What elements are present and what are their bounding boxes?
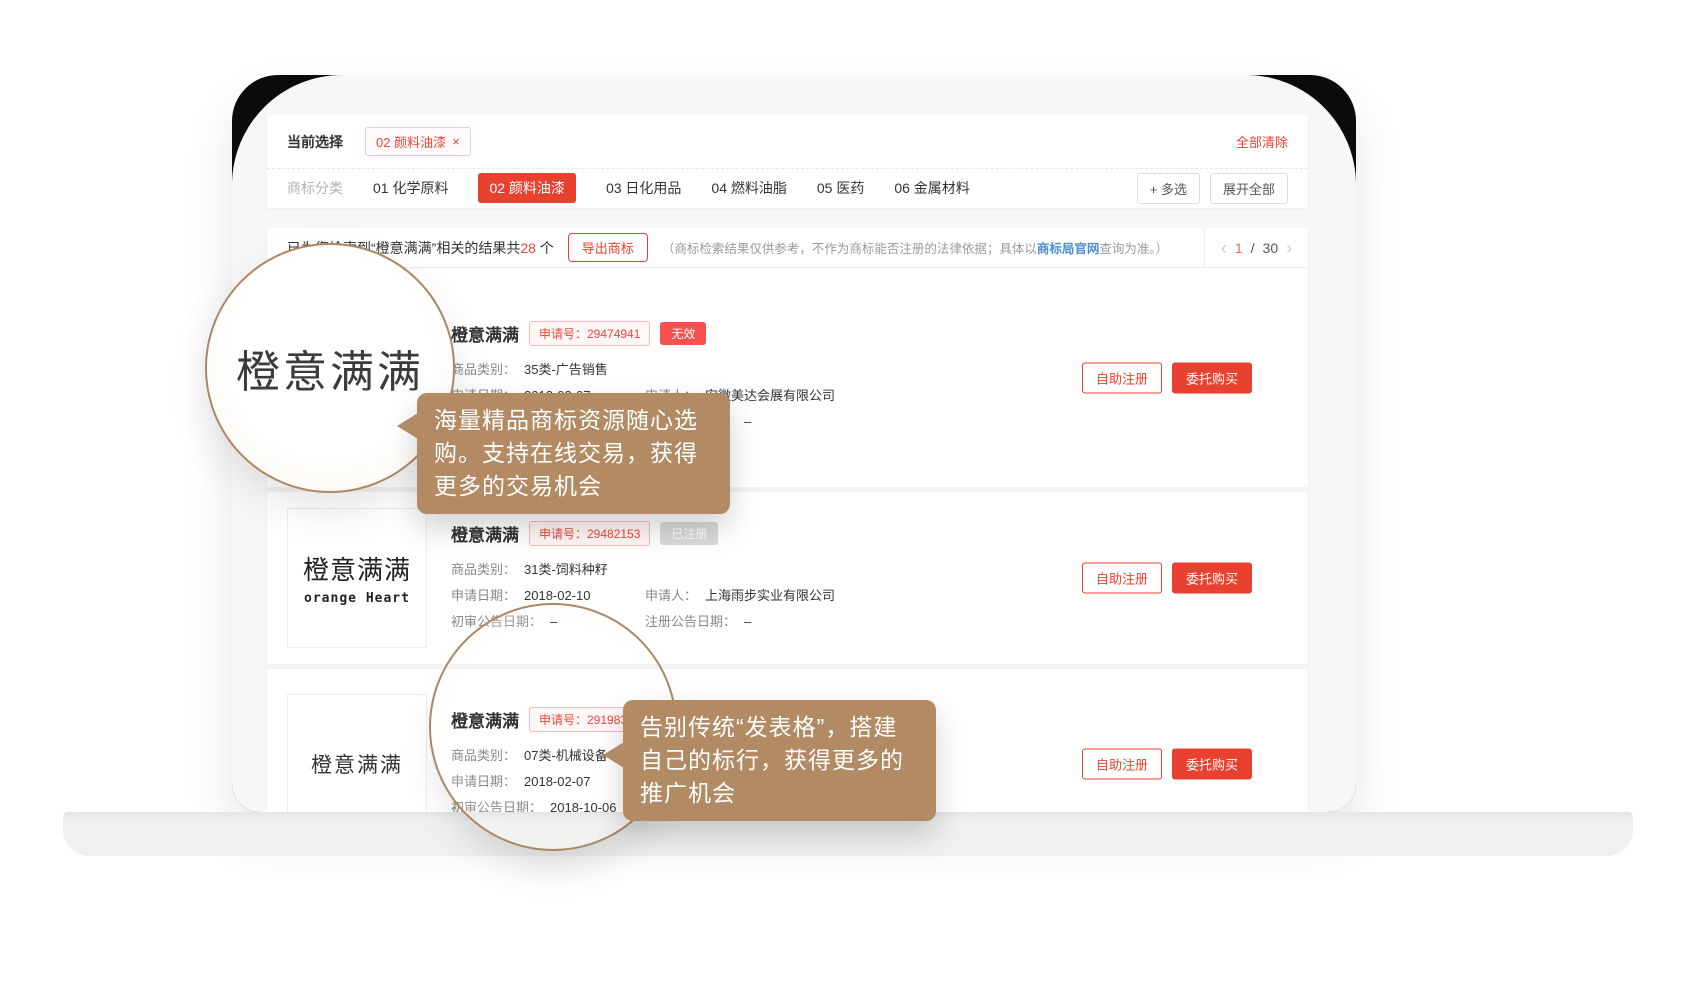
callout-tooltip-promo: 告别传统“发表格”，搭建自己的标行，获得更多的推广机会 <box>623 700 936 821</box>
self-register-button[interactable]: 自助注册 <box>1082 749 1162 780</box>
multi-select-button[interactable]: + 多选 <box>1137 173 1200 204</box>
disclaimer-text: （商标检索结果仅供参考，不作为商标能否注册的法律依据；具体以商标局官网查询为准。… <box>662 238 1168 257</box>
category-actions: + 多选 展开全部 <box>1137 173 1288 204</box>
export-trademark-button[interactable]: 导出商标 <box>568 233 648 262</box>
category-item-04[interactable]: 04 燃料油脂 <box>711 178 786 198</box>
trademark-thumbnail[interactable]: 橙意满满 <box>287 694 427 812</box>
pagination: ‹ 1 / 30 › <box>1204 228 1308 267</box>
current-selection-label: 当前选择 <box>287 132 343 152</box>
thumbnail-subtext: orange Heart <box>304 591 410 606</box>
trademark-name[interactable]: 橙意满满 <box>451 521 519 546</box>
trademark-name[interactable]: 橙意满满 <box>451 321 519 346</box>
field-label: 商品类别： <box>451 557 516 583</box>
trademark-thumbnail[interactable]: 橙意满满 orange Heart <box>287 508 427 648</box>
filter-panel: 当前选择 02 颜料油漆 × 全部清除 商标分类 01 化学原料 02 颜料油漆… <box>267 115 1308 208</box>
status-badge: 无效 <box>660 322 706 345</box>
entrust-buy-button[interactable]: 委托购买 <box>1172 362 1252 393</box>
next-page-icon[interactable]: › <box>1286 239 1292 257</box>
self-register-button[interactable]: 自助注册 <box>1082 563 1162 594</box>
expand-all-button[interactable]: 展开全部 <box>1210 173 1288 204</box>
trademark-office-link[interactable]: 商标局官网 <box>1037 242 1100 256</box>
field-label: 申请日期： <box>451 583 516 609</box>
selected-filter-tag[interactable]: 02 颜料油漆 × <box>365 127 471 156</box>
magnified-trademark-text: 橙意满满 <box>236 336 424 400</box>
thumbnail-text: 橙意满满 <box>303 550 411 587</box>
category-item-01[interactable]: 01 化学原料 <box>373 178 448 198</box>
current-selection-row: 当前选择 02 颜料油漆 × 全部清除 <box>267 115 1308 169</box>
category-item-05[interactable]: 05 医药 <box>817 178 864 198</box>
category-label: 商标分类 <box>287 178 343 198</box>
callout-tooltip-trade: 海量精品商标资源随心选购。支持在线交易，获得更多的交易机会 <box>417 393 730 514</box>
clear-all-button[interactable]: 全部清除 <box>1236 132 1288 151</box>
total-pages: 30 <box>1263 240 1279 256</box>
category-item-03[interactable]: 03 日化用品 <box>606 178 681 198</box>
thumbnail-text: 橙意满满 <box>311 749 403 779</box>
entrust-buy-button[interactable]: 委托购买 <box>1172 563 1252 594</box>
field-value: 上海雨步实业有限公司 <box>705 583 835 609</box>
application-number-tag: 申请号：29474941 <box>529 321 650 346</box>
callout-tooltip-promo-text: 告别传统“发表格”，搭建自己的标行，获得更多的推广机会 <box>640 714 904 806</box>
field-label: 申请人： <box>645 583 697 609</box>
field-label: 商品类别： <box>451 357 516 383</box>
remove-tag-icon[interactable]: × <box>452 134 460 149</box>
category-item-02-selected[interactable]: 02 颜料油漆 <box>478 173 575 203</box>
field-value: 31类-饲料种籽 <box>524 557 608 583</box>
field-value: 35类-广告销售 <box>524 357 608 383</box>
row-actions: 自助注册 委托购买 <box>1082 362 1252 393</box>
prev-page-icon[interactable]: ‹ <box>1221 239 1227 257</box>
application-number-tag: 申请号：29482153 <box>529 521 650 546</box>
result-row-2: 橙意满满 orange Heart 橙意满满 申请号：29482153 已注册 … <box>267 492 1308 664</box>
row-actions: 自助注册 委托购买 <box>1082 749 1252 780</box>
current-page: 1 <box>1235 240 1243 256</box>
row-actions: 自助注册 委托购买 <box>1082 563 1252 594</box>
results-header: 已为您检索到“橙意满满”相关的结果共28 个 导出商标 （商标检索结果仅供参考，… <box>267 228 1308 268</box>
page-separator: / <box>1251 240 1255 256</box>
status-badge: 已注册 <box>660 522 718 545</box>
callout-tooltip-trade-text: 海量精品商标资源随心选购。支持在线交易，获得更多的交易机会 <box>434 407 698 499</box>
result-count: 28 <box>520 240 536 256</box>
field-value: – <box>744 609 751 635</box>
selected-filter-tag-text: 02 颜料油漆 <box>376 132 446 151</box>
category-item-06[interactable]: 06 金属材料 <box>894 178 969 198</box>
results-summary: 已为您检索到“橙意满满”相关的结果共28 个 导出商标 （商标检索结果仅供参考，… <box>267 233 1204 262</box>
entrust-buy-button[interactable]: 委托购买 <box>1172 749 1252 780</box>
field-label: 注册公告日期： <box>645 609 736 635</box>
self-register-button[interactable]: 自助注册 <box>1082 362 1162 393</box>
category-row: 商标分类 01 化学原料 02 颜料油漆 03 日化用品 04 燃料油脂 05 … <box>267 169 1308 207</box>
field-value: – <box>744 409 751 435</box>
